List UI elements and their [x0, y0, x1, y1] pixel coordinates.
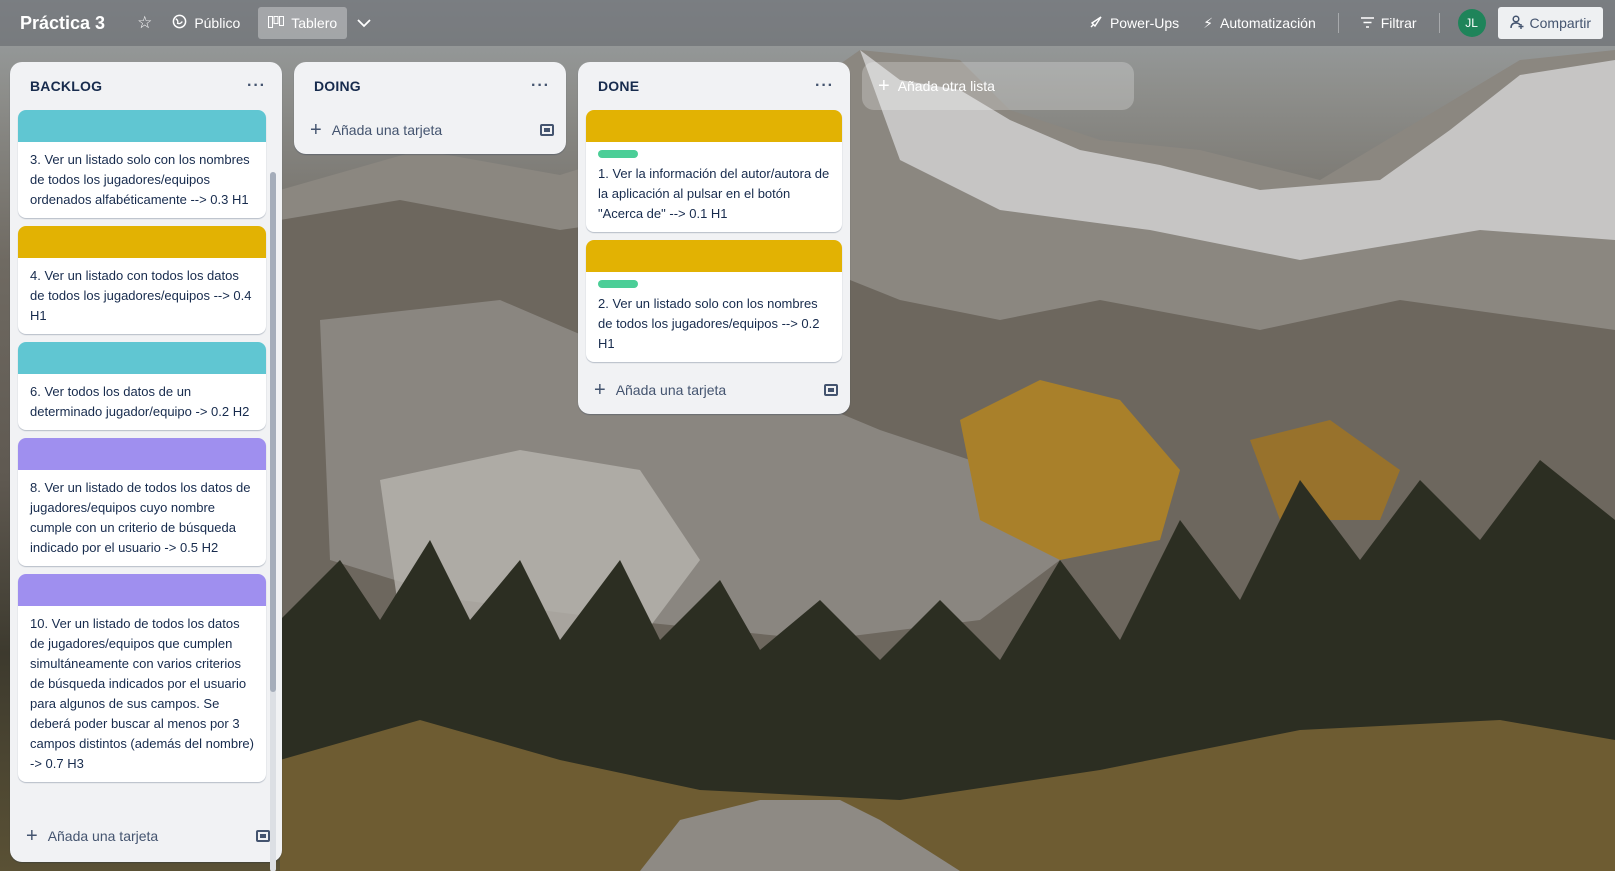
add-list-button[interactable]: + Añada otra lista — [862, 62, 1134, 110]
globe-icon — [172, 14, 187, 32]
list-backlog: BACKLOG ··· 3. Ver un listado solo con l… — [10, 62, 282, 871]
person-add-icon — [1509, 14, 1524, 32]
card-cover — [586, 240, 842, 272]
chevron-down-icon — [357, 15, 371, 31]
card-title: 3. Ver un listado solo con los nombres d… — [30, 152, 250, 207]
share-label: Compartir — [1529, 15, 1591, 31]
card-title: 4. Ver un listado con todos los datos de… — [30, 268, 252, 323]
card[interactable]: 1. Ver la información del autor/autora d… — [586, 110, 842, 232]
list-header: DOING ··· — [294, 62, 566, 110]
card-title: 1. Ver la información del autor/autora d… — [598, 166, 830, 221]
card-title: 6. Ver todos los datos de un determinado… — [30, 384, 250, 419]
plus-icon: + — [26, 825, 38, 847]
add-card-button[interactable]: + Añada una tarjeta — [578, 370, 850, 410]
visibility-button[interactable]: Público — [162, 7, 250, 39]
dots-icon[interactable]: ··· — [247, 77, 266, 95]
card-label-green[interactable] — [598, 280, 638, 288]
template-icon[interactable] — [824, 384, 838, 396]
card-label-green[interactable] — [598, 150, 638, 158]
scrollbar-thumb[interactable] — [270, 172, 276, 692]
list-title[interactable]: BACKLOG — [30, 78, 102, 94]
automation-label: Automatización — [1220, 15, 1316, 31]
card-container: 3. Ver un listado solo con los nombres d… — [10, 110, 282, 816]
board-title[interactable]: Práctica 3 — [20, 13, 105, 34]
template-icon[interactable] — [256, 830, 270, 842]
automation-button[interactable]: ⚡ Automatización — [1193, 7, 1326, 39]
card[interactable]: 6. Ver todos los datos de un determinado… — [18, 342, 266, 430]
add-card-label: Añada una tarjeta — [331, 122, 443, 138]
bolt-icon: ⚡ — [1203, 14, 1214, 31]
view-dropdown-button[interactable] — [347, 7, 381, 39]
card-body: 2. Ver un listado solo con los nombres d… — [586, 272, 842, 362]
plus-icon: + — [310, 119, 322, 141]
add-card-label: Añada una tarjeta — [615, 382, 727, 398]
star-icon: ☆ — [137, 13, 153, 32]
divider — [1337, 13, 1339, 33]
card[interactable]: 10. Ver un listado de todos los datos de… — [18, 574, 266, 782]
star-button[interactable]: ☆ — [127, 7, 162, 39]
avatar[interactable]: JL — [1457, 9, 1486, 37]
dots-icon[interactable]: ··· — [531, 77, 550, 95]
list-scrollbar[interactable] — [270, 172, 276, 871]
view-label: Tablero — [291, 15, 338, 31]
add-card-button[interactable]: + Añada una tarjeta — [10, 816, 282, 856]
list-title[interactable]: DOING — [314, 78, 361, 94]
card-cover — [18, 342, 266, 374]
plus-icon: + — [878, 75, 890, 97]
card[interactable]: 8. Ver un listado de todos los datos de … — [18, 438, 266, 566]
card-cover — [18, 438, 266, 470]
add-card-button[interactable]: + Añada una tarjeta — [294, 110, 566, 150]
powerups-label: Power-Ups — [1109, 15, 1180, 31]
template-icon[interactable] — [540, 124, 554, 136]
rocket-icon — [1089, 15, 1103, 32]
card-cover — [18, 110, 266, 142]
card-cover — [18, 226, 266, 258]
list-header: BACKLOG ··· — [10, 62, 282, 110]
dots-icon[interactable]: ··· — [815, 77, 834, 95]
view-switcher-board[interactable]: Tablero — [258, 7, 348, 39]
list-done: DONE ··· 1. Ver la información del autor… — [578, 62, 850, 414]
card-title: 2. Ver un listado solo con los nombres d… — [598, 296, 820, 351]
add-card-label: Añada una tarjeta — [47, 828, 159, 844]
filter-button[interactable]: Filtrar — [1351, 7, 1427, 39]
card[interactable]: 3. Ver un listado solo con los nombres d… — [18, 110, 266, 218]
card[interactable]: 4. Ver un listado con todos los datos de… — [18, 226, 266, 334]
card-container: 1. Ver la información del autor/autora d… — [578, 110, 850, 362]
list-title[interactable]: DONE — [598, 78, 639, 94]
share-button[interactable]: Compartir — [1497, 7, 1603, 39]
board-header: Práctica 3 ☆ Público Tablero Power-Ups ⚡… — [0, 0, 1615, 46]
card[interactable]: 2. Ver un listado solo con los nombres d… — [586, 240, 842, 362]
divider — [1438, 13, 1440, 33]
card-cover — [586, 110, 842, 142]
add-list-label: Añada otra lista — [897, 78, 995, 94]
board-icon — [268, 15, 285, 31]
card-body: 1. Ver la información del autor/autora d… — [586, 142, 842, 232]
filter-label: Filtrar — [1380, 15, 1417, 31]
visibility-label: Público — [194, 15, 241, 31]
powerups-button[interactable]: Power-Ups — [1079, 7, 1189, 39]
card-cover — [18, 574, 266, 606]
card-title: 8. Ver un listado de todos los datos de … — [30, 480, 251, 555]
card-title: 10. Ver un listado de todos los datos de… — [30, 616, 254, 771]
list-doing: DOING ··· + Añada una tarjeta — [294, 62, 566, 154]
plus-icon: + — [594, 379, 606, 401]
list-header: DONE ··· — [578, 62, 850, 110]
filter-icon — [1360, 15, 1374, 31]
